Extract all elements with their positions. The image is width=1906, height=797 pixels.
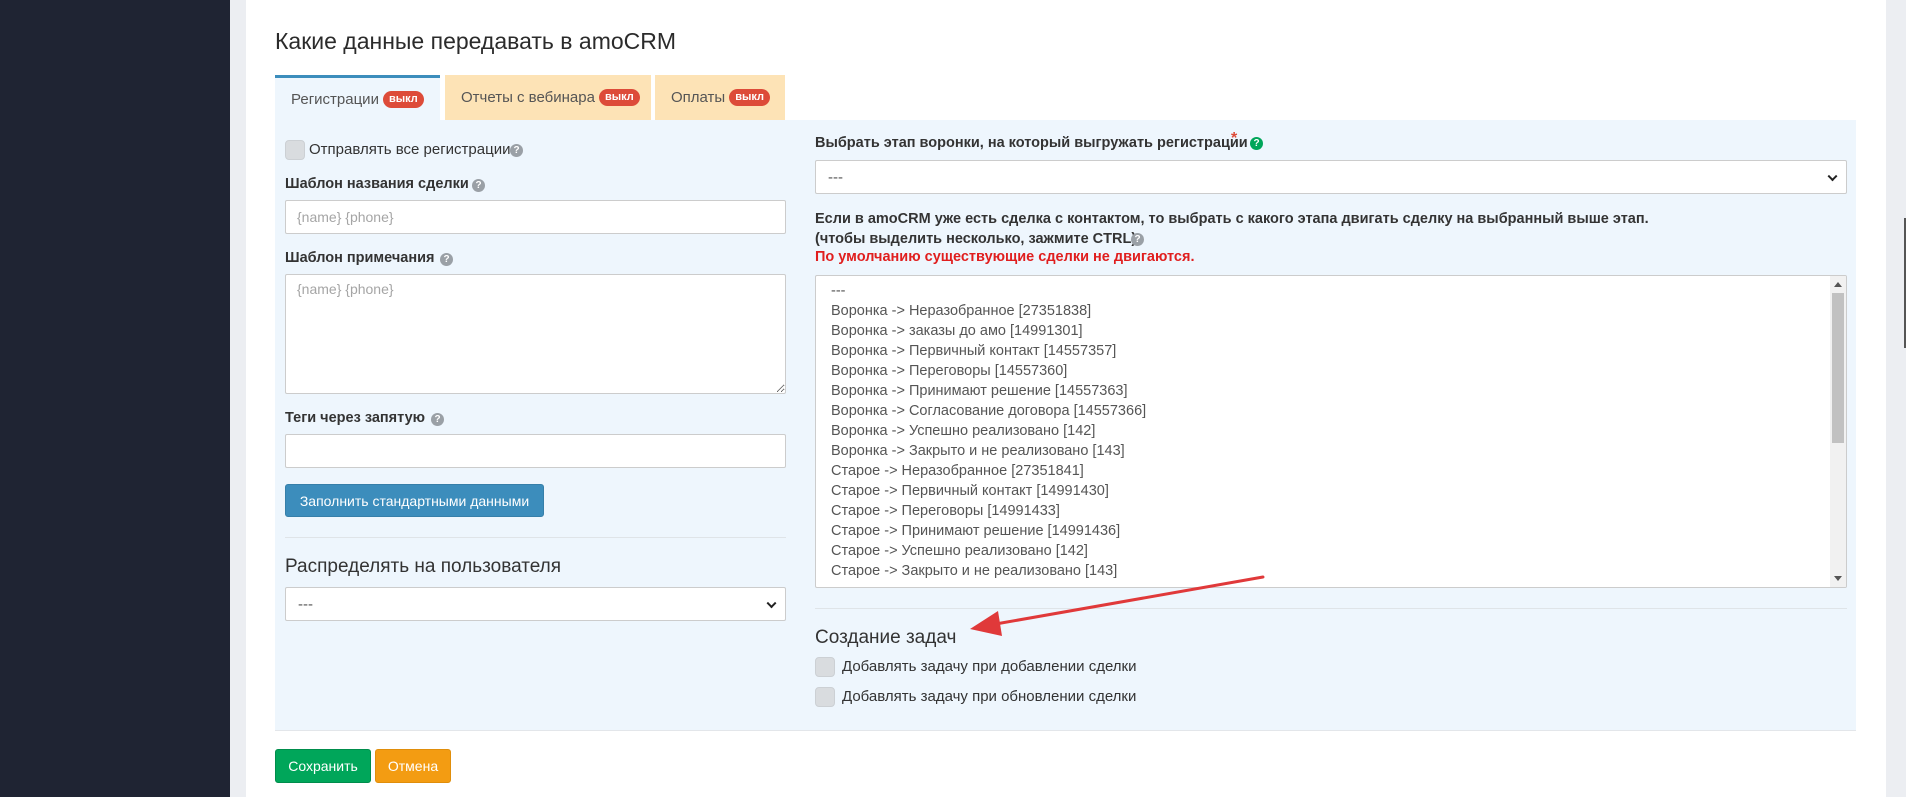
divider: [285, 537, 786, 538]
question-circle-icon[interactable]: ?: [1131, 233, 1144, 246]
distribute-user-select[interactable]: ---: [285, 587, 786, 621]
scroll-down-icon[interactable]: [1834, 576, 1842, 581]
chevron-down-icon: [766, 598, 777, 609]
list-item[interactable]: Воронка -> Согласование договора [145573…: [831, 401, 1846, 421]
send-all-checkbox[interactable]: [285, 140, 305, 160]
list-item[interactable]: Старое -> Принимают решение [14991436]: [831, 521, 1846, 541]
page-right-edge: [1886, 0, 1906, 797]
list-item[interactable]: Воронка -> Переговоры [14557360]: [831, 361, 1846, 381]
list-item[interactable]: Старое -> Переговоры [14991433]: [831, 501, 1846, 521]
note-template-label: Шаблон примечания: [285, 250, 435, 266]
question-circle-icon[interactable]: ?: [440, 253, 453, 266]
task-on-update-checkbox[interactable]: [815, 687, 835, 707]
section-title: Какие данные передавать в amoCRM: [275, 28, 677, 54]
status-badge: выкл: [598, 89, 640, 106]
move-notice-line1: Если в amoCRM уже есть сделка с контакто…: [815, 211, 1649, 227]
form-divider: [275, 730, 1856, 731]
tab-label: Оплаты: [671, 89, 726, 106]
stage-select[interactable]: ---: [815, 160, 1847, 194]
send-all-label: Отправлять все регистрации: [309, 141, 511, 158]
stages-list: --- Воронка -> Неразобранное [27351838] …: [816, 276, 1846, 581]
tasks-title: Создание задач: [815, 627, 957, 648]
list-item[interactable]: Старое -> Первичный контакт [14991430]: [831, 481, 1846, 501]
chevron-down-icon: [1827, 171, 1838, 182]
distribute-title: Распределять на пользователя: [285, 556, 562, 577]
tab-label: Отчеты с вебинара: [461, 89, 595, 106]
question-circle-icon[interactable]: ?: [510, 144, 523, 157]
save-button[interactable]: Сохранить: [275, 749, 371, 783]
cancel-button[interactable]: Отмена: [375, 749, 451, 783]
stages-multiselect[interactable]: --- Воронка -> Неразобранное [27351838] …: [815, 275, 1847, 588]
select-value: ---: [828, 168, 843, 186]
question-circle-icon[interactable]: ?: [1250, 137, 1263, 150]
task-on-add-checkbox[interactable]: [815, 657, 835, 677]
stage-label: Выбрать этап воронки, на который выгружа…: [815, 135, 1248, 151]
task-on-update-label: Добавлять задачу при обновлении сделки: [842, 688, 1137, 705]
question-circle-icon[interactable]: ?: [431, 413, 444, 426]
move-notice-line2: (чтобы выделить несколько, зажмите CTRL): [815, 231, 1137, 247]
required-mark: *: [1231, 130, 1238, 147]
sidebar-gap: [230, 0, 246, 797]
list-item[interactable]: Старое -> Неразобранное [27351841]: [831, 461, 1846, 481]
note-template-textarea[interactable]: [285, 274, 786, 394]
list-item[interactable]: Старое -> Успешно реализовано [142]: [831, 541, 1846, 561]
tab-webinar-reports[interactable]: Отчеты с вебинара выкл: [445, 75, 651, 120]
list-item[interactable]: Воронка -> заказы до амо [14991301]: [831, 321, 1846, 341]
scroll-up-icon[interactable]: [1834, 282, 1842, 287]
tags-label: Теги через запятую: [285, 410, 426, 426]
red-arrow-icon: [970, 575, 1265, 636]
select-value: ---: [298, 595, 313, 613]
deal-template-input[interactable]: [285, 200, 786, 234]
move-notice-warning: По умолчанию существующие сделки не двиг…: [815, 249, 1195, 265]
list-item[interactable]: Воронка -> Успешно реализовано [142]: [831, 421, 1846, 441]
tab-label: Регистрации: [291, 90, 379, 108]
list-item[interactable]: ---: [831, 281, 1846, 301]
status-badge: выкл: [382, 90, 424, 108]
list-item[interactable]: Воронка -> Принимают решение [14557363]: [831, 381, 1846, 401]
task-on-add-label: Добавлять задачу при добавлении сделки: [842, 658, 1137, 675]
app-sidebar: [0, 0, 230, 797]
fill-defaults-button[interactable]: Заполнить стандартными данными: [285, 484, 544, 517]
list-item[interactable]: Воронка -> Первичный контакт [14557357]: [831, 341, 1846, 361]
deal-template-label: Шаблон названия сделки: [285, 176, 469, 192]
tab-registrations[interactable]: Регистрации выкл: [275, 75, 440, 120]
scroll-thumb[interactable]: [1832, 293, 1844, 443]
listbox-scrollbar[interactable]: [1830, 276, 1846, 587]
tab-payments[interactable]: Оплаты выкл: [655, 75, 785, 120]
status-badge: выкл: [729, 89, 771, 106]
list-item[interactable]: Воронка -> Неразобранное [27351838]: [831, 301, 1846, 321]
list-item[interactable]: Воронка -> Закрыто и не реализовано [143…: [831, 441, 1846, 461]
question-circle-icon[interactable]: ?: [472, 179, 485, 192]
tags-input[interactable]: [285, 434, 786, 468]
